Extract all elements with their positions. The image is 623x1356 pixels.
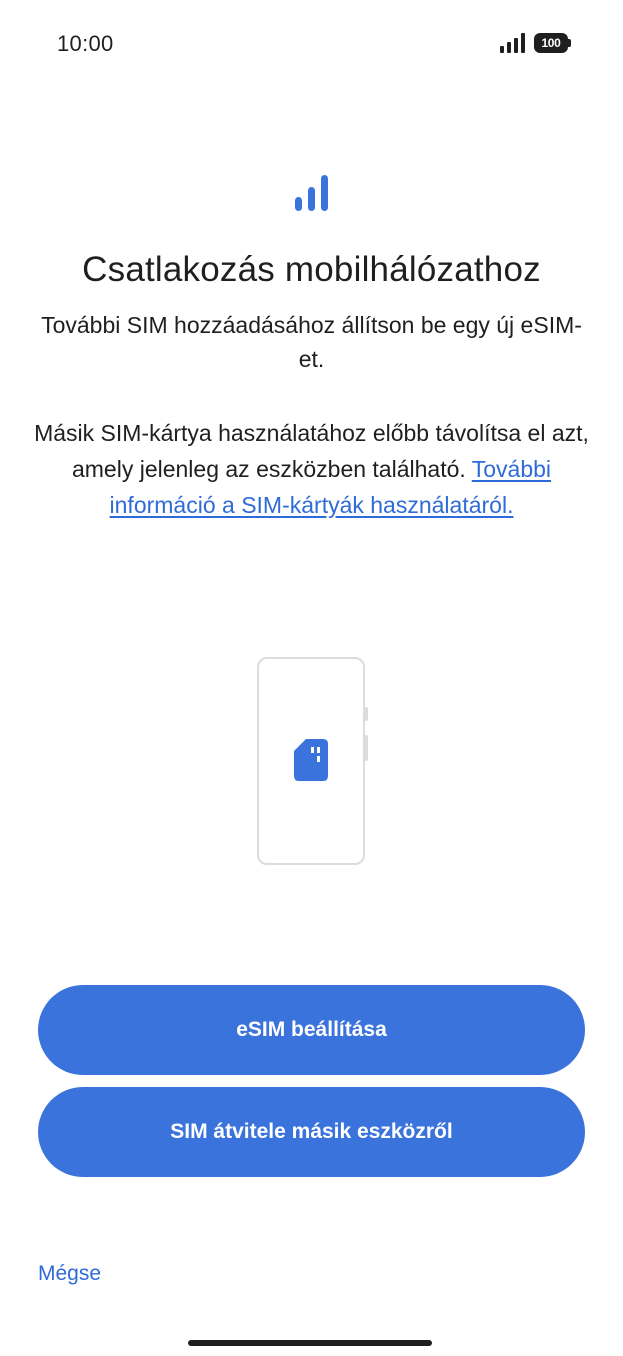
cancel-button[interactable]: Mégse [38, 1262, 101, 1286]
phone-illustration [257, 657, 371, 867]
status-icons: 100 [500, 33, 571, 53]
transfer-sim-button[interactable]: SIM átvitele másik eszközről [38, 1087, 585, 1177]
screen: 10:00 100 Csatlakozás mobilhálózathoz To… [0, 0, 623, 1356]
phone-side-button [365, 735, 368, 761]
home-indicator[interactable] [188, 1340, 432, 1346]
sim-card-icon [294, 739, 328, 781]
signal-bars-icon [295, 175, 328, 211]
battery-level: 100 [541, 36, 561, 50]
page-subtitle: További SIM hozzáadásához állítson be eg… [41, 312, 582, 372]
phone-side-button [365, 707, 368, 721]
setup-esim-button[interactable]: eSIM beállítása [38, 985, 585, 1075]
body-text-block: Másik SIM-kártya használatához előbb táv… [30, 415, 593, 523]
battery-icon: 100 [534, 33, 571, 53]
status-bar: 10:00 100 [0, 0, 623, 90]
page-title: Csatlakozás mobilhálózathoz [82, 250, 541, 289]
signal-bars-icon [500, 33, 525, 53]
status-time: 10:00 [57, 31, 114, 56]
